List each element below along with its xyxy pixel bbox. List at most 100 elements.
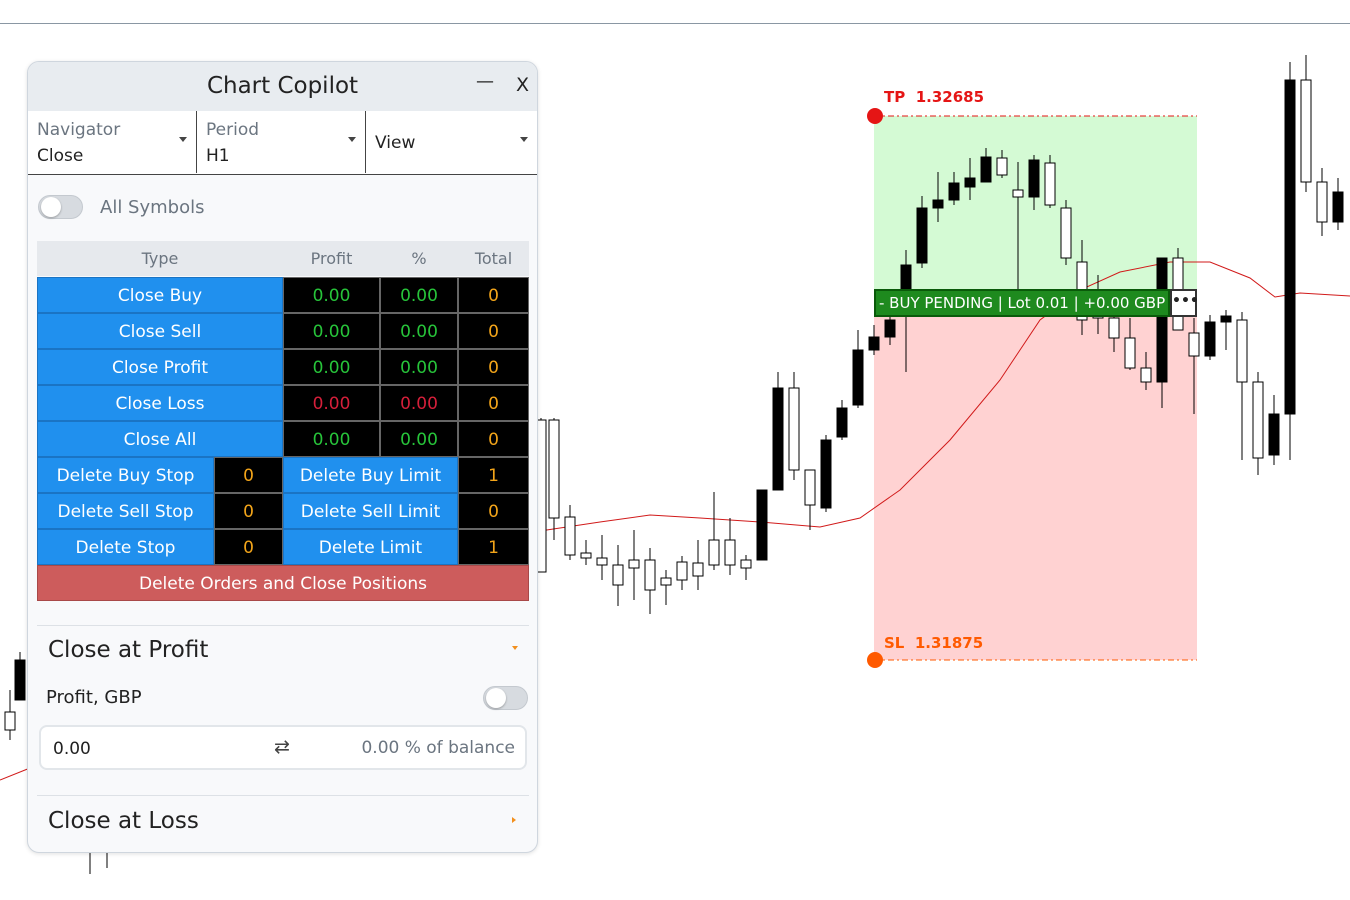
close-sell-total: 0 [458, 313, 529, 349]
candlestick [1028, 159, 1040, 198]
candlestick [692, 562, 704, 577]
candlestick [916, 207, 928, 264]
header-total: Total [458, 241, 529, 276]
candlestick [852, 349, 864, 406]
panel-titlebar[interactable]: Chart Copilot — X [28, 62, 537, 112]
candlestick [740, 559, 752, 569]
candlestick [996, 157, 1008, 176]
candlestick [1220, 315, 1232, 323]
candlestick [1204, 321, 1216, 357]
section-divider [37, 625, 529, 626]
moving-average-line [0, 767, 31, 781]
delete-limit-button[interactable]: Delete Limit [283, 529, 458, 565]
close-loss-profit: 0.00 [283, 385, 380, 421]
candlestick [756, 489, 768, 561]
close-at-profit-toggle[interactable] [483, 686, 528, 710]
navigator-dropdown[interactable]: Navigator Close [28, 111, 197, 173]
close-at-profit-title[interactable]: Close at Profit [48, 637, 208, 663]
candlestick [660, 577, 672, 586]
header-percent: % [380, 241, 458, 276]
candlestick [564, 516, 576, 556]
toggle-knob [486, 688, 506, 708]
sl-price: 1.31875 [914, 634, 984, 652]
chart-copilot-panel: Chart Copilot — X Navigator Close Period… [27, 61, 538, 853]
view-dropdown[interactable]: View [366, 111, 537, 173]
delete-sell-limit-count: 0 [458, 493, 529, 529]
delete-stop-count: 0 [214, 529, 283, 565]
period-value: H1 [206, 146, 230, 166]
candlestick [1156, 257, 1168, 383]
buy-pending-order-bar[interactable]: - BUY PENDING | Lot 0.01 | +0.00 GBP [874, 289, 1170, 317]
chevron-right-icon[interactable] [512, 817, 516, 823]
close-profit-profit: 0.00 [283, 349, 380, 385]
delete-buy-stop-button[interactable]: Delete Buy Stop [37, 457, 214, 493]
delete-buy-limit-button[interactable]: Delete Buy Limit [283, 457, 458, 493]
sl-label[interactable]: SL 1.31875 [884, 634, 983, 652]
close-sell-profit: 0.00 [283, 313, 380, 349]
candlestick [1284, 79, 1296, 415]
candlestick [1012, 189, 1024, 198]
stop-loss-zone [874, 302, 1197, 660]
close-sell-percent: 0.00 [380, 313, 458, 349]
candlestick [964, 177, 976, 188]
candlestick [1300, 79, 1312, 183]
candlestick [820, 439, 832, 509]
delete-buy-stop-count: 0 [214, 457, 283, 493]
close-loss-button[interactable]: Close Loss [37, 385, 283, 421]
close-all-percent: 0.00 [380, 421, 458, 457]
delete-sell-stop-button[interactable]: Delete Sell Stop [37, 493, 214, 529]
candlestick [1252, 381, 1264, 459]
candlestick [1268, 413, 1280, 456]
close-panel-button[interactable]: X [516, 74, 529, 96]
selector-bar: Navigator Close Period H1 View [28, 111, 537, 175]
candlestick [548, 419, 560, 519]
delete-stop-button[interactable]: Delete Stop [37, 529, 214, 565]
close-all-button[interactable]: Close All [37, 421, 283, 457]
close-profit-total: 0 [458, 349, 529, 385]
tp-price: 1.32685 [915, 88, 985, 106]
delete-sell-limit-button[interactable]: Delete Sell Limit [283, 493, 458, 529]
close-all-profit: 0.00 [283, 421, 380, 457]
candlestick [644, 559, 656, 591]
candlestick [4, 711, 16, 731]
candlestick [1060, 207, 1072, 259]
profit-amount-input[interactable] [51, 735, 255, 763]
chevron-down-icon [179, 137, 187, 142]
delete-limit-count: 1 [458, 529, 529, 565]
tp-label[interactable]: TP 1.32685 [884, 88, 984, 106]
candlestick [948, 182, 960, 201]
candlestick [724, 539, 736, 566]
close-all-total: 0 [458, 421, 529, 457]
sl-handle-dot [867, 652, 883, 668]
candlestick [596, 557, 608, 566]
delete-orders-and-close-positions-button[interactable]: Delete Orders and Close Positions [37, 565, 529, 601]
close-profit-button[interactable]: Close Profit [37, 349, 283, 385]
swap-icon[interactable]: ⇄ [274, 736, 290, 758]
chevron-down-icon[interactable] [512, 646, 518, 650]
close-buy-button[interactable]: Close Buy [37, 277, 283, 313]
chevron-down-icon [348, 137, 356, 142]
candlestick [14, 659, 26, 701]
candlestick [1044, 162, 1056, 206]
toggle-knob [41, 197, 61, 217]
close-buy-percent: 0.00 [380, 277, 458, 313]
more-options-icon[interactable]: ••• [1170, 289, 1199, 317]
candlestick [708, 539, 720, 566]
close-sell-button[interactable]: Close Sell [37, 313, 283, 349]
candlestick [1140, 367, 1152, 383]
candlestick [628, 559, 640, 569]
candlestick [676, 561, 688, 581]
delete-buy-limit-count: 1 [458, 457, 529, 493]
period-dropdown[interactable]: Period H1 [197, 111, 366, 173]
section-divider [37, 795, 529, 796]
minimize-button[interactable]: — [476, 71, 494, 92]
close-at-loss-title[interactable]: Close at Loss [48, 808, 199, 834]
header-type: Type [37, 241, 283, 276]
panel-title: Chart Copilot [206, 73, 359, 99]
tp-handle-dot [867, 108, 883, 124]
header-profit: Profit [283, 241, 380, 276]
view-label: View [375, 133, 416, 153]
close-profit-percent: 0.00 [380, 349, 458, 385]
all-symbols-toggle[interactable] [38, 195, 83, 219]
sl-label-text: SL [884, 634, 905, 652]
